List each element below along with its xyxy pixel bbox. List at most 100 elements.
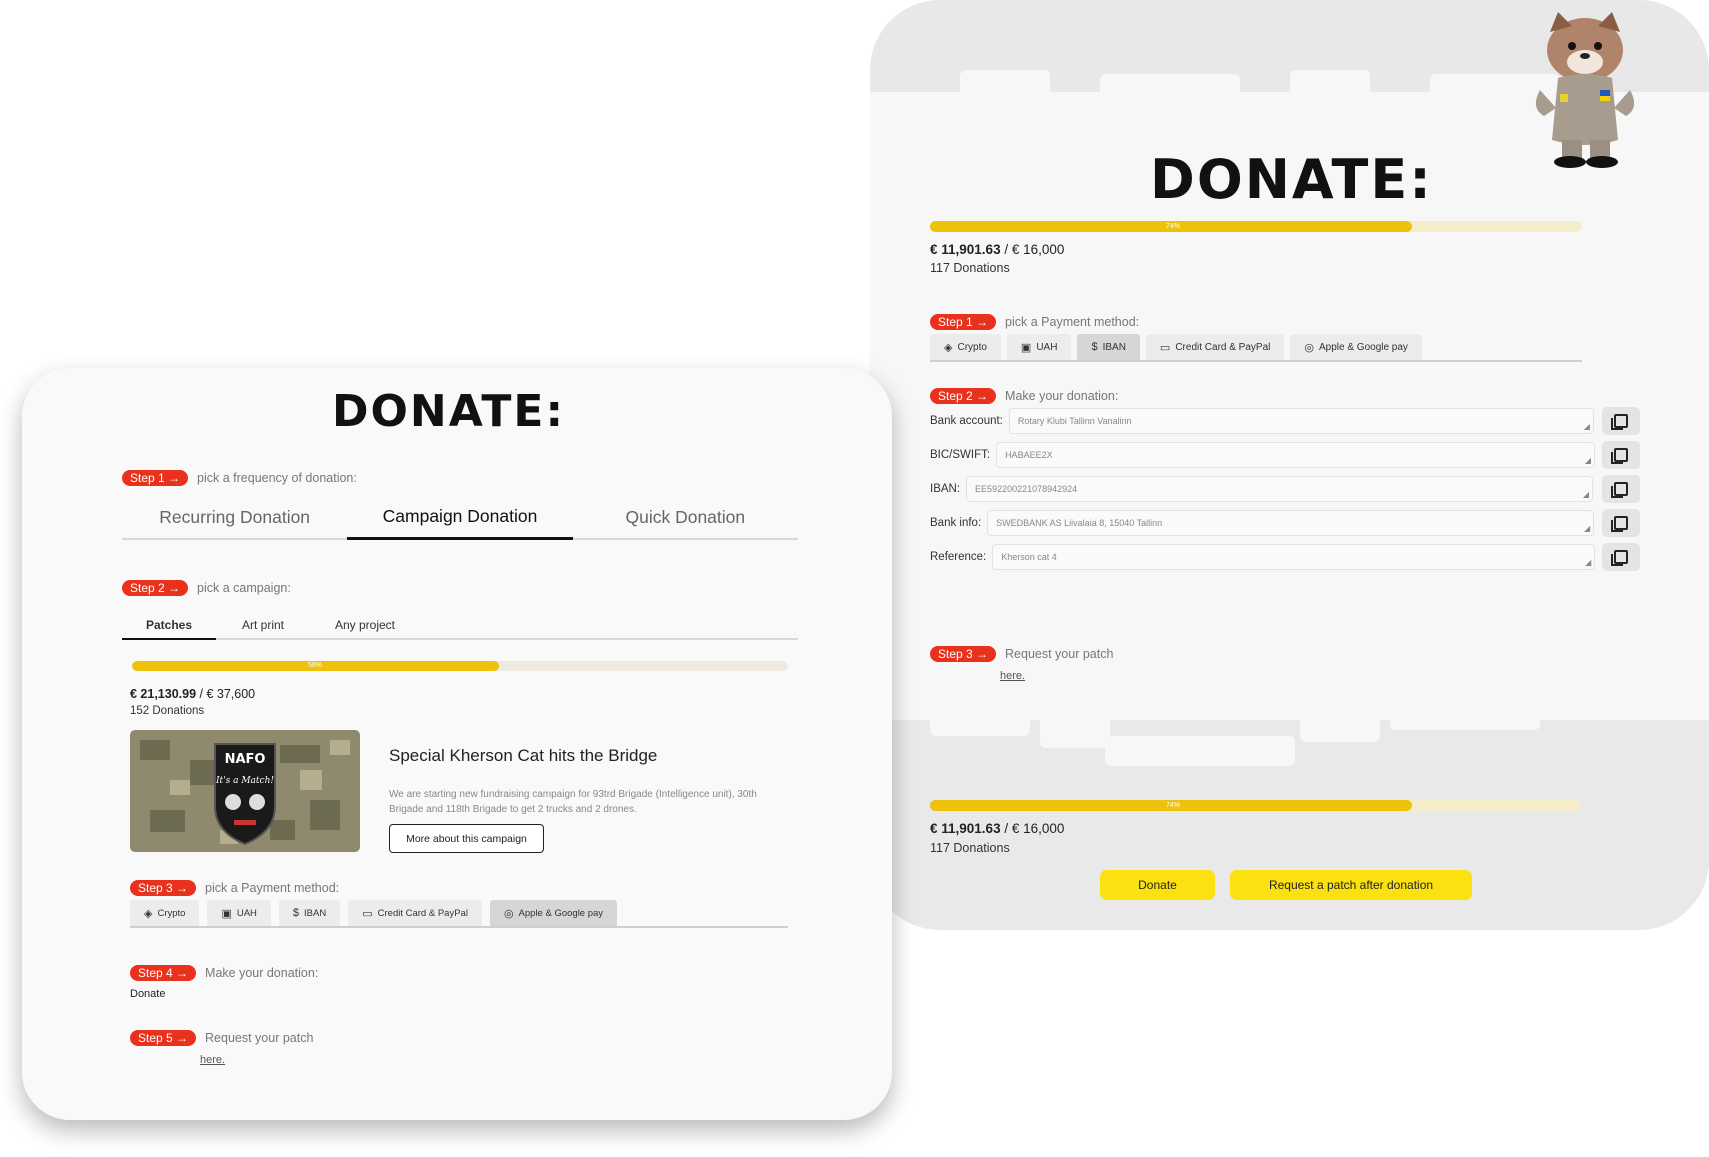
copy-iban-button[interactable] <box>1602 475 1640 503</box>
copy-bic-swift-button[interactable] <box>1602 441 1640 469</box>
amount-text: € 21,130.99 / € 37,600 <box>130 687 255 701</box>
tab-recurring-donation[interactable]: Recurring Donation <box>122 496 347 538</box>
step-badge: Step 1 → <box>122 470 189 486</box>
progress-bar: 56% <box>132 661 788 671</box>
tab-quick-donation[interactable]: Quick Donation <box>573 496 798 538</box>
tab-label: IBAN <box>304 907 327 919</box>
step-label: Request your patch <box>1005 647 1114 661</box>
tab-campaign-donation[interactable]: Campaign Donation <box>347 496 573 540</box>
tab-uah[interactable]: ▣ UAH <box>1006 334 1072 360</box>
amount-goal: / € 16,000 <box>1000 242 1065 257</box>
step-label: pick a Payment method: <box>1005 315 1140 329</box>
amount-text-bottom: € 11,901.63 / € 16,000 <box>930 821 1064 836</box>
copy-icon <box>1611 550 1628 566</box>
tab-art-print[interactable]: Art print <box>216 612 310 638</box>
step-label: pick a frequency of donation: <box>197 471 357 485</box>
amount-raised: € 21,130.99 <box>130 687 197 701</box>
request-patch-button[interactable]: Request a patch after donation <box>1230 870 1472 900</box>
progress-bar: 74% <box>930 221 1582 232</box>
copy-reference-button[interactable] <box>1602 543 1640 571</box>
payment-method-tabs: ◈ Crypto ▣ UAH $ IBAN ▭ Credit Card & PayPal… <box>130 900 788 928</box>
step-badge: Step 2 → <box>930 388 997 404</box>
tab-iban[interactable]: $ IBAN <box>1077 334 1140 360</box>
amount-text: € 11,901.63 / € 16,000 <box>930 242 1064 257</box>
wallet-icon: ◎ <box>1304 341 1314 354</box>
crypto-icon: ◈ <box>144 907 153 920</box>
bic-swift-row: BIC/SWIFT: HABAEE2X ◢ <box>930 442 1596 468</box>
bank-info-field[interactable]: SWEDBANK AS Liivalaia 8, 15040 Tallinn ◢ <box>987 510 1595 536</box>
field-value: HABAEE2X <box>1005 450 1053 460</box>
resize-handle-icon[interactable]: ◢ <box>1585 558 1591 567</box>
band-notch <box>960 70 1050 100</box>
cat-mascot-icon <box>1535 12 1635 168</box>
tab-apple-google-pay[interactable]: ◎ Apple & Google pay <box>1290 334 1422 360</box>
step-label: pick a campaign: <box>197 581 291 595</box>
resize-handle-icon[interactable]: ◢ <box>1585 456 1591 465</box>
amount-raised: € 11,901.63 <box>930 821 1001 836</box>
payment-method-tabs: ◈ Crypto ▣ UAH $ IBAN ▭ Credit Card & PayPal… <box>930 334 1582 362</box>
donate-panel-campaign: DONATE: Step 1 → pick a frequency of don… <box>22 368 892 1120</box>
tab-patches[interactable]: Patches <box>122 612 216 640</box>
tab-label: Apple & Google pay <box>518 907 604 919</box>
bank-account-field[interactable]: Rotary Klubi Tallinn Vanalinn ◢ <box>1008 408 1594 434</box>
donate-button[interactable]: Donate <box>1100 870 1215 900</box>
step-badge: Step 5 → <box>130 1030 197 1046</box>
tab-any-project[interactable]: Any project <box>310 612 420 638</box>
step-badge: Step 2 → <box>122 580 189 596</box>
progress-bar-bottom: 74% <box>930 800 1582 811</box>
step-4-row: Step 4 → Make your donation: <box>130 965 318 981</box>
amount-goal: / € 16,000 <box>1000 821 1065 836</box>
tab-credit-card-paypal[interactable]: ▭ Credit Card & PayPal <box>1145 334 1285 360</box>
tab-label: Credit Card & PayPal <box>1175 341 1271 353</box>
copy-icon <box>1611 516 1628 532</box>
reference-row: Reference: Kherson cat 4 ◢ <box>930 544 1596 570</box>
step-2-row: Step 2 → Make your donation: <box>930 388 1118 404</box>
copy-icon <box>1611 482 1628 498</box>
page-title: DONATE: <box>1150 148 1433 211</box>
cash-icon: ▣ <box>1020 341 1032 354</box>
crypto-icon: ◈ <box>944 341 953 354</box>
reference-field[interactable]: Kherson cat 4 ◢ <box>992 544 1596 570</box>
band-notch <box>1040 708 1110 748</box>
amount-goal: / € 37,600 <box>196 687 256 701</box>
resize-handle-icon[interactable]: ◢ <box>1584 524 1590 533</box>
request-patch-link[interactable]: here. <box>200 1054 225 1066</box>
tab-iban[interactable]: $ IBAN <box>278 900 341 926</box>
more-about-campaign-button[interactable]: More about this campaign <box>389 824 544 853</box>
request-patch-link[interactable]: here. <box>1000 670 1025 682</box>
copy-bank-account-button[interactable] <box>1602 407 1640 435</box>
tab-label: Credit Card & PayPal <box>377 907 468 919</box>
step-3-row: Step 3 → Request your patch <box>930 646 1113 662</box>
resize-handle-icon[interactable]: ◢ <box>1583 490 1589 499</box>
tab-crypto[interactable]: ◈ Crypto <box>130 900 200 926</box>
donations-count-bottom: 117 Donations <box>930 841 1010 855</box>
field-label: Bank info: <box>930 517 982 529</box>
bic-swift-field[interactable]: HABAEE2X ◢ <box>996 442 1596 468</box>
tab-credit-card-paypal[interactable]: ▭ Credit Card & PayPal <box>348 900 482 926</box>
donate-text[interactable]: Donate <box>130 988 165 1000</box>
step-5-row: Step 5 → Request your patch <box>130 1030 313 1046</box>
patch-text-top: NAFO <box>225 752 266 767</box>
tab-crypto[interactable]: ◈ Crypto <box>930 334 1001 360</box>
tab-uah[interactable]: ▣ UAH <box>207 900 271 926</box>
tab-apple-google-pay[interactable]: ◎ Apple & Google pay <box>489 900 618 926</box>
cash-icon: ▣ <box>221 907 232 920</box>
step-badge: Step 3 → <box>930 646 997 662</box>
iban-row: IBAN: EE592200221078942924 ◢ <box>930 476 1594 502</box>
field-label: BIC/SWIFT: <box>930 449 991 461</box>
resize-handle-icon[interactable]: ◢ <box>1584 422 1590 431</box>
step-badge: Step 4 → <box>130 965 197 981</box>
wallet-icon: ◎ <box>503 907 514 920</box>
copy-bank-info-button[interactable] <box>1602 509 1640 537</box>
step-label: Request your patch <box>205 1031 314 1045</box>
band-notch <box>1290 70 1370 100</box>
donate-panel-iban: DONATE: 74% € 11,901.63 / € 16,000 117 D… <box>870 0 1709 930</box>
iban-field[interactable]: EE592200221078942924 ◢ <box>966 476 1594 502</box>
step-label: Make your donation: <box>205 966 319 980</box>
band-notch <box>1105 736 1295 766</box>
campaign-description: We are starting new fundraising campaign… <box>389 789 757 815</box>
band-notch <box>1390 712 1540 730</box>
patch-photo-icon: NAFO It's a Match! <box>130 730 360 852</box>
step-label: pick a Payment method: <box>205 881 340 895</box>
card-icon: ▭ <box>1159 341 1171 354</box>
